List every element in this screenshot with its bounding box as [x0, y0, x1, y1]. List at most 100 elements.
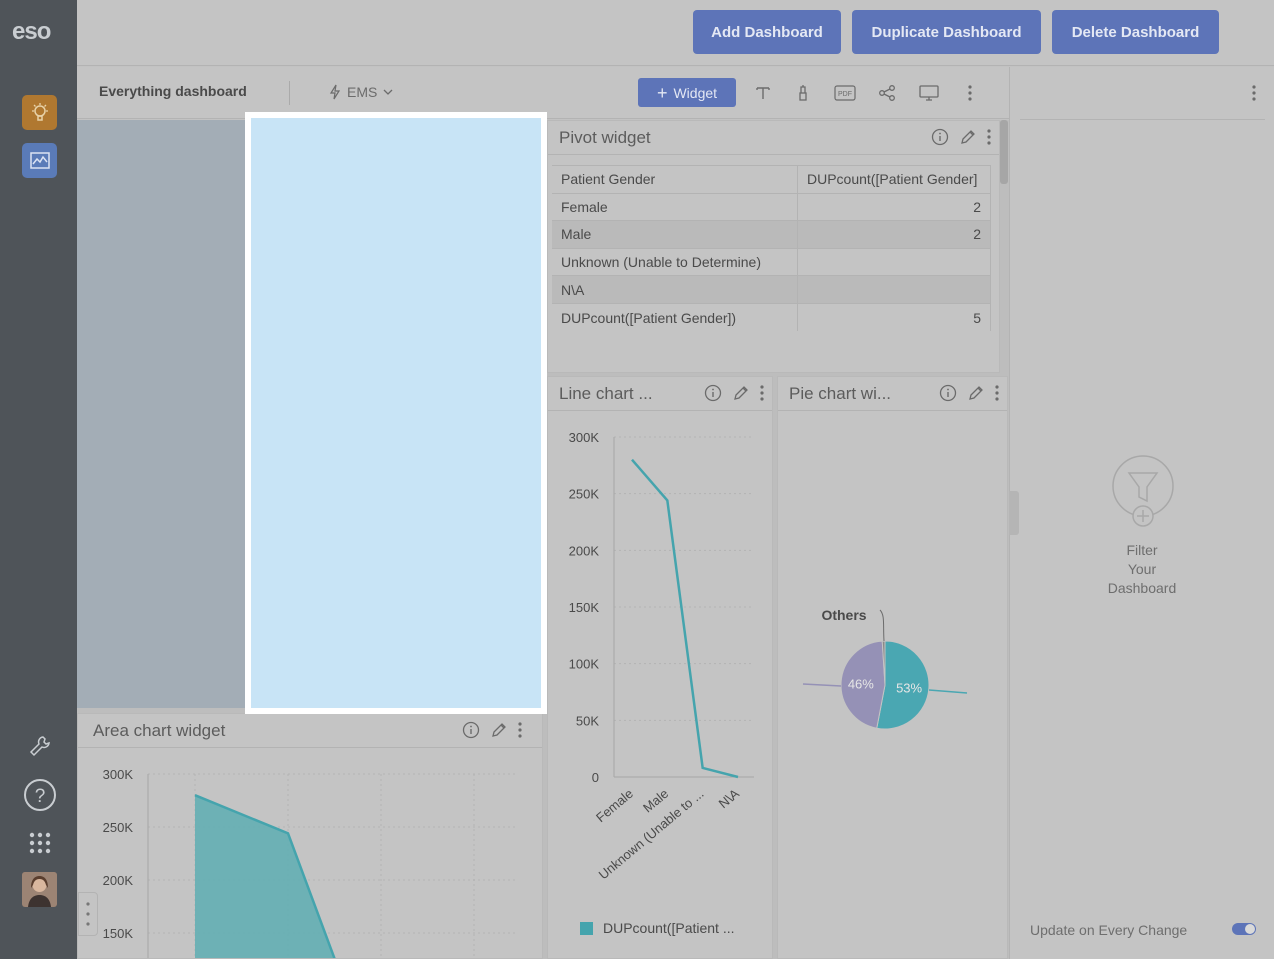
widget-title: Pivot widget	[559, 128, 651, 147]
y-tick-label: 200K	[103, 873, 134, 888]
insights-app-icon[interactable]	[22, 95, 57, 130]
table-row: Female 2	[552, 192, 991, 221]
row-label: Female	[552, 192, 798, 221]
widget-header: Area chart widget	[78, 714, 542, 748]
more-options-icon[interactable]	[987, 129, 991, 145]
add-dashboard-button[interactable]: Add Dashboard	[693, 10, 841, 54]
empty-widget-area	[77, 120, 245, 708]
edit-pencil-icon[interactable]	[732, 384, 750, 402]
area-chart: 150K 200K 250K 300K	[103, 767, 518, 958]
pivot-widget: Pivot widget Patient Gender DUPcount([Pa…	[547, 120, 1000, 373]
more-options-icon[interactable]	[518, 722, 522, 738]
update-on-change-toggle[interactable]	[1232, 923, 1256, 935]
y-tick-label: 300K	[569, 430, 600, 445]
pie-chart: 53% 46% Others	[802, 607, 968, 730]
filter-empty-text: Filter Your Dashboard	[1092, 541, 1192, 598]
legend-label: DUPcount([Patient ...	[603, 920, 735, 936]
filter-pane: Filter Your Dashboard Update on Every Ch…	[1009, 67, 1274, 959]
column-header[interactable]: DUPcount([Patient Gender]	[797, 165, 991, 194]
x-tick-label: N\A	[716, 786, 742, 812]
delete-dashboard-button[interactable]: Delete Dashboard	[1052, 10, 1219, 54]
pdf-export-icon[interactable]: PDF	[833, 81, 857, 105]
canvas-scrollbar[interactable]	[1000, 120, 1008, 184]
filter-text-line: Your	[1127, 561, 1157, 577]
row-label: Male	[552, 220, 798, 249]
y-tick-label: 0	[592, 770, 599, 785]
table-row: N\A	[552, 275, 991, 304]
x-tick-label: Female	[593, 786, 636, 825]
widget-header: Pie chart wi...	[778, 377, 1007, 411]
pie-leader-line	[802, 683, 842, 687]
plus-icon: +	[656, 82, 668, 103]
apps-grid-icon[interactable]	[22, 825, 57, 860]
pie-chart-widget: Pie chart wi... 53% 46% Others	[777, 376, 1008, 959]
info-icon[interactable]	[704, 384, 722, 402]
wrench-icon[interactable]	[22, 728, 57, 763]
y-tick-label: 150K	[103, 926, 134, 941]
datasource-selector[interactable]: EMS	[329, 84, 393, 100]
legend-swatch	[580, 922, 593, 935]
duplicate-dashboard-button[interactable]: Duplicate Dashboard	[852, 10, 1041, 54]
edit-pencil-icon[interactable]	[959, 128, 977, 146]
more-options-icon[interactable]	[1252, 85, 1256, 101]
dashboard-title: Everything dashboard	[99, 83, 247, 99]
row-label: N\A	[552, 275, 798, 304]
widget-title: Line chart ...	[559, 384, 653, 403]
widget-header: Pivot widget	[548, 121, 999, 155]
info-icon[interactable]	[939, 384, 957, 402]
user-avatar[interactable]	[22, 872, 57, 907]
row-value: 5	[797, 302, 991, 332]
y-tick-label: 250K	[569, 487, 600, 502]
pivot-table: Patient Gender DUPcount([Patient Gender]…	[552, 165, 991, 332]
help-icon[interactable]: ?	[22, 777, 57, 812]
text-widget-icon[interactable]	[751, 81, 775, 105]
add-widget-label: Widget	[673, 84, 718, 101]
row-value: 2	[797, 220, 991, 249]
toolbar-divider	[289, 81, 290, 105]
widget-header: Line chart ...	[548, 377, 772, 411]
row-label: Unknown (Unable to Determine)	[552, 247, 798, 276]
drag-handle[interactable]	[78, 892, 98, 936]
info-icon[interactable]	[462, 721, 480, 739]
widget-drop-placeholder[interactable]	[245, 112, 547, 714]
table-total-row: DUPcount([Patient Gender]) 5	[552, 302, 991, 332]
row-value	[797, 247, 991, 276]
line-chart-widget: Line chart ... 0 50K 100K 150K 200K 250K 300K F…	[547, 376, 773, 959]
filter-text-line: Dashboard	[1107, 580, 1177, 596]
datasource-label: EMS	[347, 84, 378, 100]
top-bar: Add Dashboard Duplicate Dashboard Delete…	[77, 0, 1274, 66]
design-brush-icon[interactable]	[791, 81, 815, 105]
filter-funnel-icon[interactable]	[1111, 455, 1175, 527]
column-header[interactable]: Patient Gender	[552, 165, 798, 194]
share-icon[interactable]	[875, 81, 899, 105]
more-options-icon[interactable]	[760, 385, 764, 401]
pie-value-label: 46%	[848, 676, 874, 691]
filter-pane-divider	[1020, 119, 1265, 120]
info-icon[interactable]	[931, 128, 949, 146]
area-series	[195, 795, 335, 958]
y-tick-label: 100K	[569, 657, 600, 672]
table-row: Male 2	[552, 220, 991, 249]
eso-logo: eso	[12, 18, 51, 45]
more-options-icon[interactable]	[995, 385, 999, 401]
chevron-down-icon	[383, 89, 393, 95]
table-header-row: Patient Gender DUPcount([Patient Gender]	[552, 165, 991, 194]
widget-title: Pie chart wi...	[789, 384, 892, 403]
app-rail: eso ?	[0, 0, 77, 959]
filter-pane-collapse-tab[interactable]	[1009, 491, 1019, 535]
area-chart-widget: Area chart widget 150K 200K 250K 300K	[77, 713, 543, 959]
edit-pencil-icon[interactable]	[490, 721, 508, 739]
row-label: DUPcount([Patient Gender])	[552, 302, 798, 332]
pie-leader-line	[928, 689, 968, 694]
filter-text-line: Filter	[1126, 542, 1158, 558]
edit-pencil-icon[interactable]	[967, 384, 985, 402]
add-widget-button[interactable]: + Widget	[638, 78, 736, 107]
present-screen-icon[interactable]	[917, 81, 941, 105]
more-options-icon[interactable]	[958, 81, 982, 105]
svg-text:PDF: PDF	[838, 91, 852, 98]
y-tick-label: 50K	[576, 713, 599, 728]
y-tick-label: 250K	[103, 820, 134, 835]
y-tick-label: 300K	[103, 767, 134, 782]
y-tick-label: 150K	[569, 600, 600, 615]
analytics-app-icon[interactable]	[22, 143, 57, 178]
